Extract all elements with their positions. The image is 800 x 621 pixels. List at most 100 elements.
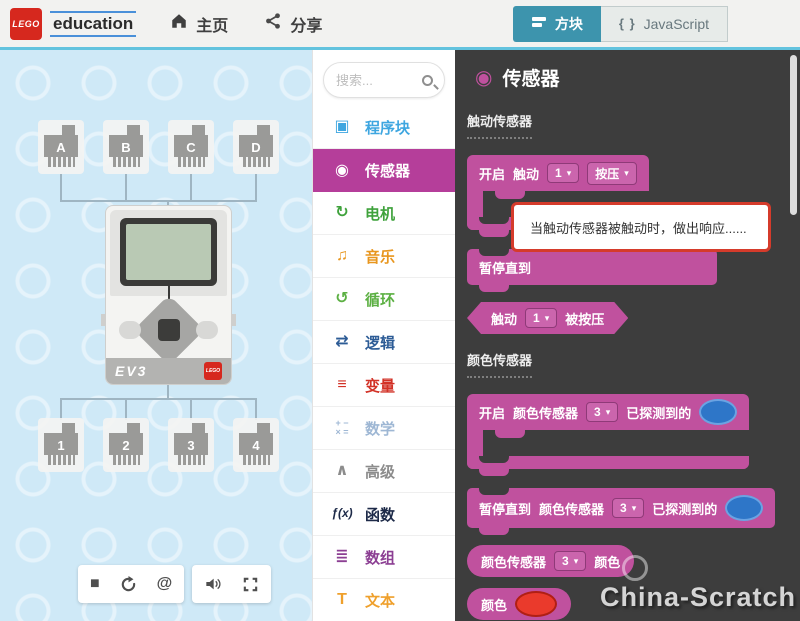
- wire: [255, 174, 257, 201]
- nav-share-label: 分享: [290, 12, 322, 36]
- port-label: A: [44, 140, 78, 155]
- block-text: 暂停直到: [479, 499, 531, 518]
- restart-button[interactable]: [120, 576, 137, 593]
- block-color-sensor-color[interactable]: 颜色传感器 3 颜色: [467, 545, 634, 577]
- port-dropdown[interactable]: 3: [586, 402, 618, 422]
- blocks-icon: [531, 15, 547, 32]
- color-swatch-red[interactable]: [515, 591, 557, 617]
- category-sensors[interactable]: ◉ 传感器: [313, 149, 455, 192]
- block-text: 颜色传感器: [539, 499, 604, 518]
- wire: [255, 398, 257, 420]
- mode-dropdown[interactable]: 按压: [587, 162, 637, 185]
- brick-center-button[interactable]: [158, 319, 180, 341]
- nav-home[interactable]: 主页: [170, 12, 228, 36]
- port-dropdown[interactable]: 1: [547, 163, 579, 183]
- category-motors[interactable]: ↻ 电机: [313, 192, 455, 235]
- category-label: 高级: [365, 461, 395, 482]
- port-a[interactable]: A: [38, 120, 84, 174]
- block-tooltip: 当触动传感器被触动时，做出响应......: [511, 202, 771, 252]
- port-plug-icon: D: [239, 125, 273, 169]
- port-3[interactable]: 3: [168, 418, 214, 472]
- port-c[interactable]: C: [168, 120, 214, 174]
- block-text: 触动: [513, 164, 539, 183]
- program-blocks-icon: ▣: [331, 119, 353, 134]
- port-d[interactable]: D: [233, 120, 279, 174]
- wire: [125, 398, 127, 420]
- palette-scrollbar[interactable]: [790, 55, 797, 215]
- category-music[interactable]: ♫ 音乐: [313, 235, 455, 278]
- port-label: 4: [239, 438, 273, 453]
- search-input[interactable]: [336, 73, 416, 88]
- brick-left-button[interactable]: [119, 321, 141, 339]
- search-box[interactable]: [323, 62, 445, 98]
- category-loops[interactable]: ↺ 循环: [313, 278, 455, 321]
- category-label: 数学: [365, 418, 395, 439]
- tab-blocks-label: 方块: [555, 14, 583, 34]
- home-icon: [170, 12, 188, 35]
- volume-button[interactable]: [204, 576, 222, 592]
- category-math[interactable]: + − × = 数学: [313, 407, 455, 450]
- port-dropdown[interactable]: 3: [612, 498, 644, 518]
- block-text: 开启: [479, 164, 505, 183]
- category-variables[interactable]: ≡ 变量: [313, 364, 455, 407]
- watermark-icon: [622, 555, 648, 581]
- wire: [60, 398, 62, 420]
- section-color-sensor: 颜色传感器: [467, 350, 532, 378]
- block-wait-until-color[interactable]: 暂停直到 颜色传感器 3 已探测到的: [467, 488, 775, 528]
- fullscreen-button[interactable]: [242, 576, 259, 593]
- category-arrays[interactable]: ≣ 数组: [313, 536, 455, 579]
- lego-logo-icon: LEGO: [10, 8, 42, 40]
- stop-button[interactable]: ■: [90, 575, 100, 593]
- port-2[interactable]: 2: [103, 418, 149, 472]
- nav-home-label: 主页: [196, 12, 228, 36]
- category-label: 传感器: [365, 160, 410, 181]
- wire: [190, 174, 192, 201]
- port-plug-icon: 2: [109, 423, 143, 467]
- port-b[interactable]: B: [103, 120, 149, 174]
- port-4[interactable]: 4: [233, 418, 279, 472]
- category-functions[interactable]: ƒ(x) 函数: [313, 493, 455, 536]
- block-text: 触动: [491, 309, 517, 328]
- loop-icon: ↺: [331, 291, 353, 306]
- tab-javascript[interactable]: { } JavaScript: [601, 6, 728, 42]
- wire: [190, 398, 192, 420]
- block-when-color-detected[interactable]: 开启 颜色传感器 3 已探测到的: [467, 394, 749, 469]
- tab-blocks[interactable]: 方块: [513, 6, 601, 42]
- block-text: 颜色: [594, 552, 620, 571]
- palette-title: 传感器: [502, 64, 559, 91]
- color-swatch-blue[interactable]: [725, 495, 763, 521]
- color-swatch-blue[interactable]: [699, 399, 737, 425]
- port-plug-icon: 3: [174, 423, 208, 467]
- share-icon: [264, 12, 282, 35]
- text-icon: T: [331, 592, 353, 607]
- block-touch-is-pressed[interactable]: 触动 1 被按压: [467, 302, 628, 334]
- port-dropdown[interactable]: 1: [525, 308, 557, 328]
- port-dropdown[interactable]: 3: [554, 551, 586, 571]
- block-color-value[interactable]: 颜色: [467, 588, 571, 620]
- nav-share[interactable]: 分享: [264, 12, 322, 36]
- ev3-brick[interactable]: EV3 LEGO: [105, 205, 232, 385]
- category-sidebar: ▣ 程序块 ◉ 传感器 ↻ 电机 ♫ 音乐 ↺ 循环 ⇄ 逻辑 ≡ 变量 + −…: [312, 50, 455, 621]
- block-palette: ◉ 传感器 触动传感器 开启 触动 1 按压 暂停直到 触动 1 被按压: [455, 50, 800, 621]
- category-advanced[interactable]: ∧ 高级: [313, 450, 455, 493]
- port-1[interactable]: 1: [38, 418, 84, 472]
- brick-side-nub: [231, 314, 236, 326]
- port-plug-icon: 4: [239, 423, 273, 467]
- category-logic[interactable]: ⇄ 逻辑: [313, 321, 455, 364]
- port-plug-icon: C: [174, 125, 208, 169]
- category-text[interactable]: T 文本: [313, 579, 455, 621]
- simulator-stage: A B C D: [0, 50, 312, 621]
- category-label: 音乐: [365, 246, 395, 267]
- brick-right-button[interactable]: [196, 321, 218, 339]
- app-window: LEGO education 主页 分享 方块: [0, 0, 800, 621]
- block-wait-until-touch[interactable]: 暂停直到: [467, 249, 717, 285]
- snail-slow-mode-button[interactable]: @: [157, 575, 173, 593]
- brick-screen-display: [126, 224, 211, 280]
- category-label: 程序块: [365, 117, 410, 138]
- port-label: 1: [44, 438, 78, 453]
- search-icon: [422, 75, 433, 86]
- block-text: 颜色传感器: [481, 552, 546, 571]
- category-program-blocks[interactable]: ▣ 程序块: [313, 106, 455, 149]
- brick-name-band: EV3 LEGO: [106, 358, 231, 384]
- list-icon: ≣: [331, 549, 353, 564]
